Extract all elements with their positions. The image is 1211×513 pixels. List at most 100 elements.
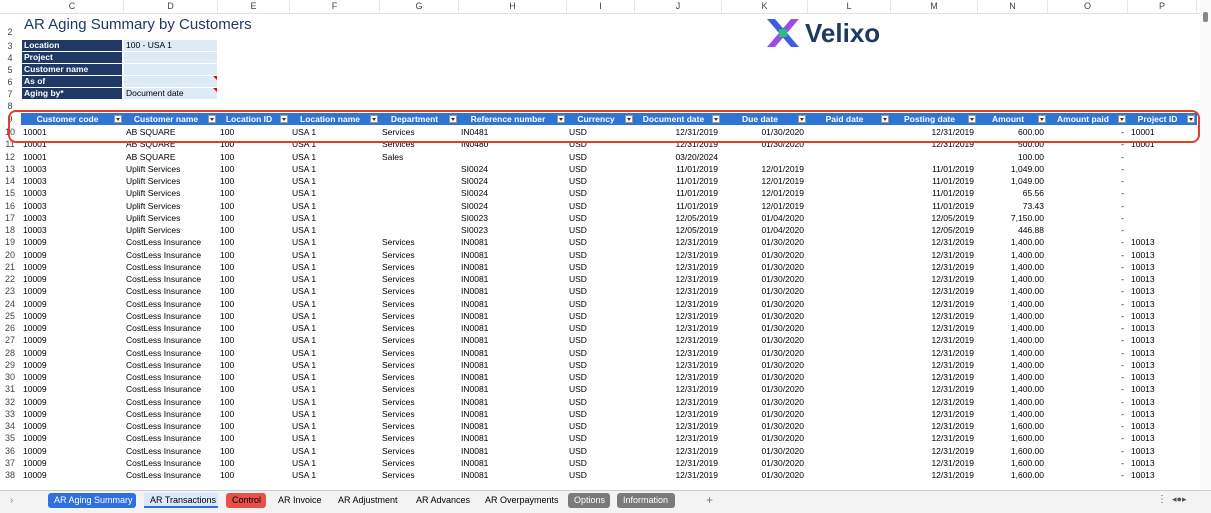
sheet-tab-control[interactable]: Control xyxy=(226,493,266,508)
param-value-field[interactable]: 100 - USA 1 xyxy=(124,40,217,51)
table-cell: SI0024 xyxy=(461,176,488,186)
table-cell: USD xyxy=(569,384,587,395)
table-cell: Uplift Services xyxy=(126,200,181,211)
column-letter-p[interactable]: P xyxy=(1128,0,1197,13)
table-cell: 10009 xyxy=(23,347,47,358)
column-letter-n[interactable]: N xyxy=(978,0,1048,13)
sheet-tab-ar-overpayments[interactable]: AR Overpayments xyxy=(479,493,563,508)
table-cell: AB SQUARE xyxy=(126,151,176,162)
column-letter-c[interactable]: C xyxy=(21,0,124,13)
table-cell: 12/31/2019 xyxy=(675,457,718,468)
table-cell: USD xyxy=(569,237,587,248)
param-value-field[interactable] xyxy=(124,64,217,75)
table-cell: USD xyxy=(569,470,587,480)
column-letter-d[interactable]: D xyxy=(124,0,218,13)
sheet-tab-ar-aging-summary[interactable]: AR Aging Summary xyxy=(48,493,136,508)
table-cell: 1,400.00 xyxy=(1010,286,1044,297)
table-cell: 01/30/2020 xyxy=(761,408,804,419)
table-cell: 10013 xyxy=(1131,433,1155,444)
table-cell: Services xyxy=(382,396,415,407)
table-cell: 1,400.00 xyxy=(1010,298,1044,309)
table-cell: 12/31/2019 xyxy=(931,335,974,346)
table-cell: 100 xyxy=(220,249,235,260)
table-cell: 01/30/2020 xyxy=(761,298,804,309)
column-letter-o[interactable]: O xyxy=(1048,0,1128,13)
table-cell: 12/31/2019 xyxy=(675,445,718,456)
sheet-tab-ar-transactions[interactable]: AR Transactions xyxy=(144,493,218,508)
column-letter-h[interactable]: H xyxy=(459,0,567,13)
table-cell: USD xyxy=(569,176,587,186)
table-cell: 12/31/2019 xyxy=(675,347,718,358)
navigate-sheets-icon[interactable]: ◂●▸ xyxy=(1172,494,1186,505)
table-cell: USA 1 xyxy=(292,310,317,321)
table-cell: 01/04/2020 xyxy=(761,212,804,223)
table-cell: 100 xyxy=(220,323,235,333)
table-cell: 10003 xyxy=(23,188,47,199)
table-cell: 10013 xyxy=(1131,372,1155,382)
table-cell: Services xyxy=(382,347,415,358)
table-cell xyxy=(808,408,891,420)
table-cell: 10009 xyxy=(23,323,47,333)
table-cell xyxy=(382,212,459,224)
table-cell: Services xyxy=(382,249,415,260)
table-cell: USD xyxy=(569,323,587,333)
comment-indicator xyxy=(213,88,217,92)
param-label: Customer name xyxy=(22,64,122,75)
column-letter-g[interactable]: G xyxy=(380,0,459,13)
sheet-tab-options[interactable]: Options xyxy=(568,493,610,508)
table-cell: 01/30/2020 xyxy=(761,359,804,370)
table-cell xyxy=(808,420,891,432)
column-letter-l[interactable]: L xyxy=(808,0,891,13)
sheet-tab-ar-invoice[interactable]: AR Invoice xyxy=(272,493,326,508)
table-cell xyxy=(808,298,891,310)
column-letter-f[interactable]: F xyxy=(290,0,380,13)
column-letter-i[interactable]: I xyxy=(567,0,635,13)
table-cell: CostLess Insurance xyxy=(126,335,202,346)
table-cell: Services xyxy=(382,433,415,444)
table-cell: USD xyxy=(569,359,587,370)
table-cell: 01/30/2020 xyxy=(761,372,804,382)
param-value-field[interactable] xyxy=(124,76,217,87)
table-cell: USA 1 xyxy=(292,298,317,309)
column-letter-e[interactable]: E xyxy=(218,0,290,13)
column-letter-j[interactable]: J xyxy=(635,0,722,13)
comment-indicator xyxy=(213,76,217,80)
more-options-icon[interactable]: ⋮ xyxy=(1157,494,1167,505)
add-sheet-button[interactable]: + xyxy=(706,493,713,507)
sheet-tab-ar-advances[interactable]: AR Advances xyxy=(410,493,474,508)
table-cell: USD xyxy=(569,372,587,382)
table-cell: 100 xyxy=(220,237,235,248)
row-number: 23 xyxy=(4,286,15,297)
table-cell: Services xyxy=(382,421,415,431)
vertical-scrollbar[interactable] xyxy=(1200,0,1211,490)
sheet-tab-information[interactable]: Information xyxy=(617,493,675,508)
table-cell: 12/31/2019 xyxy=(931,421,974,431)
table-cell: CostLess Insurance xyxy=(126,261,202,272)
param-value-field[interactable] xyxy=(124,52,217,63)
table-cell: 65.56 xyxy=(1022,188,1044,199)
param-value-field[interactable]: Document date xyxy=(124,88,217,99)
table-cell: - xyxy=(1121,286,1124,297)
row-number: 15 xyxy=(4,188,15,199)
column-letter-k[interactable]: K xyxy=(722,0,808,13)
table-cell: USA 1 xyxy=(292,408,317,419)
table-cell: IN0081 xyxy=(461,323,489,333)
table-cell: USD xyxy=(569,151,587,162)
table-cell: CostLess Insurance xyxy=(126,249,202,260)
table-cell: 10013 xyxy=(1131,396,1155,407)
scroll-tabs-left-icon[interactable]: › xyxy=(10,495,13,506)
table-cell: - xyxy=(1121,445,1124,456)
column-letter-m[interactable]: M xyxy=(891,0,978,13)
table-cell: 1,400.00 xyxy=(1010,249,1044,260)
table-cell: IN0081 xyxy=(461,347,489,358)
row-number: 4 xyxy=(7,53,13,63)
sheet-tab-ar-adjustment[interactable]: AR Adjustment xyxy=(332,493,404,508)
table-cell xyxy=(808,396,891,408)
table-cell: Uplift Services xyxy=(126,212,181,223)
table-cell: CostLess Insurance xyxy=(126,274,202,284)
table-cell: USD xyxy=(569,286,587,297)
table-cell: USD xyxy=(569,310,587,321)
table-cell: 01/30/2020 xyxy=(761,335,804,346)
table-cell: 100 xyxy=(220,372,235,382)
table-cell: SI0024 xyxy=(461,163,488,174)
